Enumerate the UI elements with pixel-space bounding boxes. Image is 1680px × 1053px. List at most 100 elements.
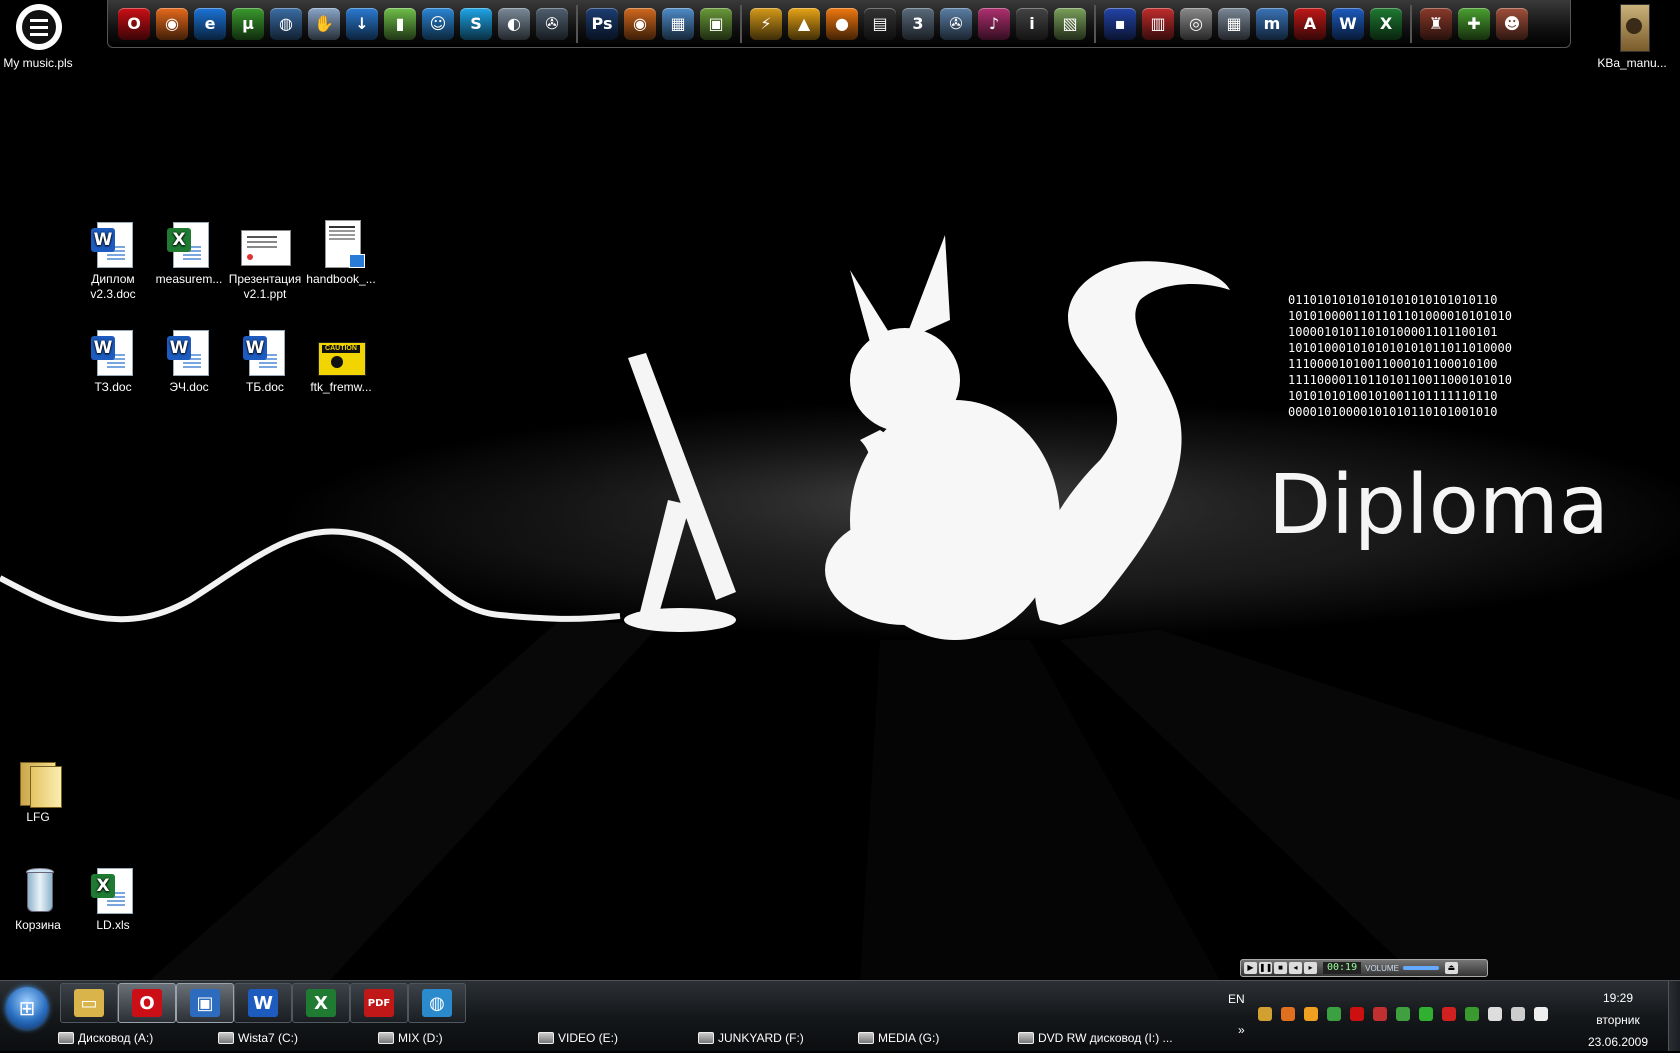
drive-label: Wista7 (C:) — [238, 1031, 298, 1045]
volume-tray-icon[interactable] — [1534, 1007, 1548, 1021]
save-floppy-icon[interactable]: ▪ — [1104, 7, 1136, 40]
previous-button[interactable]: ◂ — [1289, 962, 1302, 974]
signal-bars-icon[interactable]: ▮ — [384, 7, 416, 40]
desktop-icon-kva-manual[interactable]: KBa_manu... — [1594, 4, 1670, 71]
desktop-icon-label: ftk_fremw... — [310, 380, 372, 394]
calculator-icon[interactable]: ▦ — [1218, 7, 1250, 40]
drive-link[interactable]: Дисковод (A:) — [58, 1029, 153, 1047]
drive-link[interactable]: DVD RW дисковод (I:) ... — [1018, 1029, 1173, 1047]
utorrent-icon[interactable]: µ — [232, 7, 264, 40]
drive-link[interactable]: MIX (D:) — [378, 1029, 443, 1047]
pause-button[interactable]: ❚❚ — [1259, 962, 1272, 974]
desktop-icon-label: My music.pls — [3, 56, 73, 70]
add-cross-icon[interactable]: ✚ — [1458, 7, 1490, 40]
play-button[interactable]: ▶ — [1244, 962, 1257, 974]
language-indicator[interactable]: EN — [1228, 992, 1245, 1006]
disc-icon[interactable]: ◎ — [1180, 7, 1212, 40]
usb-tray-icon[interactable] — [1327, 1007, 1341, 1021]
video-clapper-icon[interactable]: ▤ — [864, 7, 896, 40]
taskbar-button[interactable]: ▣ — [176, 983, 234, 1023]
skype-icon[interactable]: S — [460, 7, 492, 40]
opera-tray-icon[interactable] — [1350, 1007, 1364, 1021]
hand-connect-icon[interactable]: ✋ — [308, 7, 340, 40]
excel-document-icon: X — [165, 220, 213, 268]
nero-burn-icon[interactable]: ▥ — [1142, 7, 1174, 40]
firefox-icon[interactable]: ◉ — [156, 7, 188, 40]
network-tray-icon[interactable] — [1258, 1007, 1272, 1021]
network-globe-icon[interactable]: ◍ — [270, 7, 302, 40]
show-desktop-button[interactable] — [1668, 981, 1680, 1051]
media-player-tray-icon[interactable] — [1281, 1007, 1295, 1021]
taskbar-button[interactable]: ◍ — [408, 983, 466, 1023]
volume-slider[interactable] — [1402, 966, 1439, 970]
aimp-icon[interactable]: ▲ — [788, 7, 820, 40]
download-arrow-icon[interactable]: ↓ — [346, 7, 378, 40]
opera-icon[interactable]: O — [118, 7, 150, 40]
winamp-icon[interactable]: ⚡ — [750, 7, 782, 40]
manual-book-icon — [1608, 4, 1656, 52]
eject-button[interactable]: ⏏ — [1444, 962, 1458, 974]
puzzle-tray-icon[interactable] — [1396, 1007, 1410, 1021]
desktop-icon-measurem[interactable]: X measurem... — [151, 220, 227, 287]
desktop-icon-tz-doc[interactable]: W ТЗ.doc — [75, 328, 151, 395]
drive-link[interactable]: JUNKYARD (F:) — [698, 1029, 804, 1047]
drive-link[interactable]: MEDIA (G:) — [858, 1029, 939, 1047]
desktop-icon-tb-doc[interactable]: W ТБ.doc — [227, 328, 303, 395]
desktop-icon-ftk[interactable]: CAUTION ftk_fremw... — [303, 328, 379, 395]
desktop-icon-ld-xls[interactable]: X LD.xls — [75, 866, 151, 933]
media-orb-icon[interactable]: ● — [826, 7, 858, 40]
clock[interactable]: 19:29 вторник 23.06.2009 — [1572, 987, 1664, 1053]
image-tool-icon[interactable]: ▣ — [700, 7, 732, 40]
next-button[interactable]: ▸ — [1304, 962, 1317, 974]
desktop-icon-diplom-doc[interactable]: W Диплом v2.3.doc — [75, 220, 151, 302]
start-button[interactable]: ⊞ — [6, 987, 48, 1029]
folder-tray-icon[interactable] — [1304, 1007, 1318, 1021]
desktop-icon-recycle-bin[interactable]: Корзина — [0, 866, 76, 933]
word-icon[interactable]: W — [1332, 7, 1364, 40]
game-castle-icon[interactable]: ♜ — [1420, 7, 1452, 40]
photo-gallery-icon[interactable]: ▦ — [662, 7, 694, 40]
drive-link[interactable]: Wista7 (C:) — [218, 1029, 298, 1047]
headset-icon[interactable]: ◐ — [498, 7, 530, 40]
check-tray-icon[interactable] — [1419, 1007, 1433, 1021]
taskbar-button[interactable]: W — [234, 983, 292, 1023]
tools-tray-icon[interactable] — [1373, 1007, 1387, 1021]
monitor-tray-icon[interactable] — [1511, 1007, 1525, 1021]
taskbar-button[interactable]: O — [118, 983, 176, 1023]
taskbar-button[interactable]: PDF — [350, 983, 408, 1023]
warning-tray-icon[interactable] — [1442, 1007, 1456, 1021]
messenger-users-icon[interactable]: ☺ — [422, 7, 454, 40]
music-piano-icon[interactable]: ♪ — [978, 7, 1010, 40]
drive-link[interactable]: VIDEO (E:) — [538, 1029, 618, 1047]
counter-321-icon[interactable]: 3 — [902, 7, 934, 40]
game-character-icon[interactable]: ☻ — [1496, 7, 1528, 40]
photoshop-icon[interactable]: Ps — [586, 7, 618, 40]
utorrent-tray-icon[interactable] — [1465, 1007, 1479, 1021]
acrobat-icon[interactable]: A — [1294, 7, 1326, 40]
drive-icon — [538, 1032, 554, 1044]
desktop-icon-lfg[interactable]: LFG — [0, 758, 76, 825]
stop-button[interactable]: ■ — [1274, 962, 1287, 974]
mathcad-icon[interactable]: m — [1256, 7, 1288, 40]
desktop-icon-handbook[interactable]: handbook_... — [303, 220, 379, 287]
film-reel-icon[interactable]: ✇ — [940, 7, 972, 40]
excel-icon[interactable]: X — [1370, 7, 1402, 40]
taskbar-button[interactable]: ▭ — [60, 983, 118, 1023]
image-viewer-eye-icon[interactable]: ◉ — [624, 7, 656, 40]
excel-document-icon: X — [89, 866, 137, 914]
desktop-icon-ech-doc[interactable]: W ЭЧ.doc — [151, 328, 227, 395]
desktop-icon-prezentaciya[interactable]: Презентация v2.1.ppt — [227, 220, 303, 302]
taskbar-button[interactable]: X — [292, 983, 350, 1023]
flag-tray-icon[interactable] — [1488, 1007, 1502, 1021]
binary-line: 1010100010101010101011011010000 — [1288, 341, 1512, 355]
media-reel-icon[interactable]: ✇ — [536, 7, 568, 40]
binary-line: 1010100001101101101000010101010 — [1288, 309, 1512, 323]
desktop-icon-my-music[interactable]: My music.pls — [0, 4, 76, 71]
drive-icon — [1018, 1032, 1034, 1044]
clock-day: вторник — [1596, 1013, 1640, 1027]
info-icon[interactable]: i — [1016, 7, 1048, 40]
playlist-icon — [14, 4, 62, 52]
toolbar-overflow-chevron[interactable]: » — [1238, 1023, 1245, 1037]
internet-explorer-icon[interactable]: e — [194, 7, 226, 40]
map-icon[interactable]: ▧ — [1054, 7, 1086, 40]
